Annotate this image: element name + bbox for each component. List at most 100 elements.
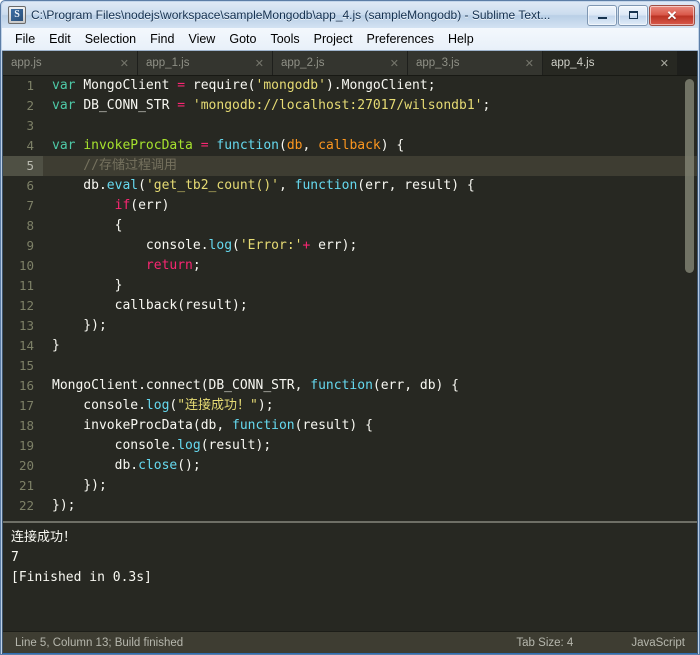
- menu-item-goto[interactable]: Goto: [222, 30, 263, 48]
- code-line[interactable]: 1 var MongoClient = require('mongodb').Mo…: [3, 76, 697, 96]
- code-line[interactable]: 13 });: [3, 316, 697, 336]
- code-line-text[interactable]: if(err): [43, 196, 697, 216]
- console-output-line: 连接成功！: [11, 530, 77, 545]
- menu-item-selection[interactable]: Selection: [78, 30, 143, 48]
- code-token: db: [286, 138, 303, 153]
- code-line-text[interactable]: {: [43, 216, 697, 236]
- code-token: MongoClient.connect(DB_CONN_STR,: [52, 378, 311, 393]
- menu-item-file[interactable]: File: [8, 30, 42, 48]
- code-line-text[interactable]: db.eval('get_tb2_count()', function(err,…: [43, 176, 697, 196]
- code-line-text[interactable]: return;: [43, 256, 697, 276]
- tab-close-icon[interactable]: ✕: [521, 57, 534, 70]
- code-line[interactable]: 12 callback(result);: [3, 296, 697, 316]
- code-line-text[interactable]: console.log("连接成功！");: [43, 396, 697, 416]
- code-line-text[interactable]: });: [43, 496, 697, 516]
- console-output-line: 7: [11, 550, 19, 565]
- window-title: C:\Program Files\nodejs\workspace\sample…: [31, 8, 551, 22]
- minimize-button[interactable]: [587, 4, 617, 26]
- tab-app-js[interactable]: app.js ✕: [3, 51, 138, 75]
- menu-item-edit[interactable]: Edit: [42, 30, 78, 48]
- tab-label: app_4.js: [551, 57, 595, 69]
- code-line[interactable]: 3: [3, 116, 697, 136]
- menu-item-tools[interactable]: Tools: [263, 30, 306, 48]
- code-line-text[interactable]: callback(result);: [43, 296, 697, 316]
- code-line[interactable]: 19 console.log(result);: [3, 436, 697, 456]
- code-token: =: [177, 78, 186, 93]
- code-line-text[interactable]: console.log('Error:'+ err);: [43, 236, 697, 256]
- code-token: console.: [52, 438, 178, 453]
- code-line[interactable]: 7 if(err): [3, 196, 697, 216]
- code-token: ;: [482, 98, 491, 113]
- code-line[interactable]: 16 MongoClient.connect(DB_CONN_STR, funct…: [3, 376, 697, 396]
- tab-close-icon[interactable]: ✕: [386, 57, 399, 70]
- code-line[interactable]: 2 var DB_CONN_STR = 'mongodb://localhost:…: [3, 96, 697, 116]
- menu-item-preferences[interactable]: Preferences: [360, 30, 441, 48]
- code-token: }: [52, 278, 123, 293]
- code-line-text[interactable]: });: [43, 476, 697, 496]
- code-line-text[interactable]: }: [43, 276, 697, 296]
- tab-close-icon[interactable]: ✕: [116, 57, 129, 70]
- code-line[interactable]: 23: [3, 516, 697, 521]
- code-line-text[interactable]: //存储过程调用: [43, 156, 697, 176]
- status-tab-size[interactable]: Tab Size: 4: [516, 637, 573, 649]
- code-line[interactable]: 9 console.log('Error:'+ err);: [3, 236, 697, 256]
- code-token: });: [52, 318, 107, 333]
- code-token: (err, result) {: [357, 178, 475, 193]
- build-output-panel: 连接成功！ 7 [Finished in 0.3s]: [3, 521, 697, 631]
- tab-close-icon[interactable]: ✕: [251, 57, 264, 70]
- tab-app_4-js[interactable]: app_4.js ✕: [543, 51, 678, 75]
- code-line[interactable]: 15: [3, 356, 697, 376]
- code-line-text[interactable]: });: [43, 316, 697, 336]
- code-editor[interactable]: 1 var MongoClient = require('mongodb').Mo…: [3, 76, 697, 521]
- code-line[interactable]: 4 var invokeProcData = function(db, callb…: [3, 136, 697, 156]
- code-line-text[interactable]: [43, 116, 697, 136]
- code-token: 'mongodb://localhost:27017/wilsondb1': [192, 98, 483, 113]
- code-line-text[interactable]: [43, 356, 697, 376]
- vertical-scrollbar[interactable]: [685, 79, 694, 273]
- code-line-text[interactable]: var MongoClient = require('mongodb').Mon…: [43, 76, 697, 96]
- code-token: console.: [52, 238, 209, 253]
- menu-item-project[interactable]: Project: [307, 30, 360, 48]
- menu-item-view[interactable]: View: [181, 30, 222, 48]
- code-line[interactable]: 11 }: [3, 276, 697, 296]
- tab-app_1-js[interactable]: app_1.js ✕: [138, 51, 273, 75]
- code-token: (: [138, 178, 146, 193]
- code-token: var: [52, 78, 84, 93]
- code-line[interactable]: 5 //存储过程调用: [3, 156, 697, 176]
- menu-item-find[interactable]: Find: [143, 30, 181, 48]
- tab-close-icon[interactable]: ✕: [656, 57, 669, 70]
- tab-app_2-js[interactable]: app_2.js ✕: [273, 51, 408, 75]
- code-line[interactable]: 20 db.close();: [3, 456, 697, 476]
- code-line-text[interactable]: invokeProcData(db, function(result) {: [43, 416, 697, 436]
- status-language[interactable]: JavaScript: [631, 637, 685, 649]
- code-line-text[interactable]: var DB_CONN_STR = 'mongodb://localhost:2…: [43, 96, 697, 116]
- close-button[interactable]: ✕: [649, 4, 695, 26]
- code-line[interactable]: 22});: [3, 496, 697, 516]
- code-token: 'mongodb': [255, 78, 326, 93]
- code-line[interactable]: 8 {: [3, 216, 697, 236]
- code-token: var: [52, 98, 84, 113]
- code-line[interactable]: 21 });: [3, 476, 697, 496]
- code-line[interactable]: 10 return;: [3, 256, 697, 276]
- code-token: err);: [310, 238, 358, 253]
- code-line-text[interactable]: MongoClient.connect(DB_CONN_STR, functio…: [43, 376, 697, 396]
- line-number: 5: [3, 156, 43, 176]
- code-token: (: [232, 238, 240, 253]
- code-token: DB_CONN_STR: [83, 98, 178, 113]
- line-number: 14: [18, 338, 34, 353]
- code-line-text[interactable]: }: [43, 336, 697, 356]
- code-line[interactable]: 18 invokeProcData(db, function(result) {: [3, 416, 697, 436]
- code-token: });: [52, 478, 107, 493]
- line-number: 9: [26, 238, 34, 253]
- maximize-button[interactable]: [618, 4, 648, 26]
- code-line-text[interactable]: [43, 516, 697, 521]
- code-line-text[interactable]: db.close();: [43, 456, 697, 476]
- code-line-text[interactable]: var invokeProcData = function(db, callba…: [43, 136, 697, 156]
- code-token: callback: [318, 138, 381, 153]
- tab-app_3-js[interactable]: app_3.js ✕: [408, 51, 543, 75]
- code-line[interactable]: 14}: [3, 336, 697, 356]
- menu-item-help[interactable]: Help: [441, 30, 481, 48]
- code-line[interactable]: 17 console.log("连接成功！");: [3, 396, 697, 416]
- code-line-text[interactable]: console.log(result);: [43, 436, 697, 456]
- code-line[interactable]: 6 db.eval('get_tb2_count()', function(er…: [3, 176, 697, 196]
